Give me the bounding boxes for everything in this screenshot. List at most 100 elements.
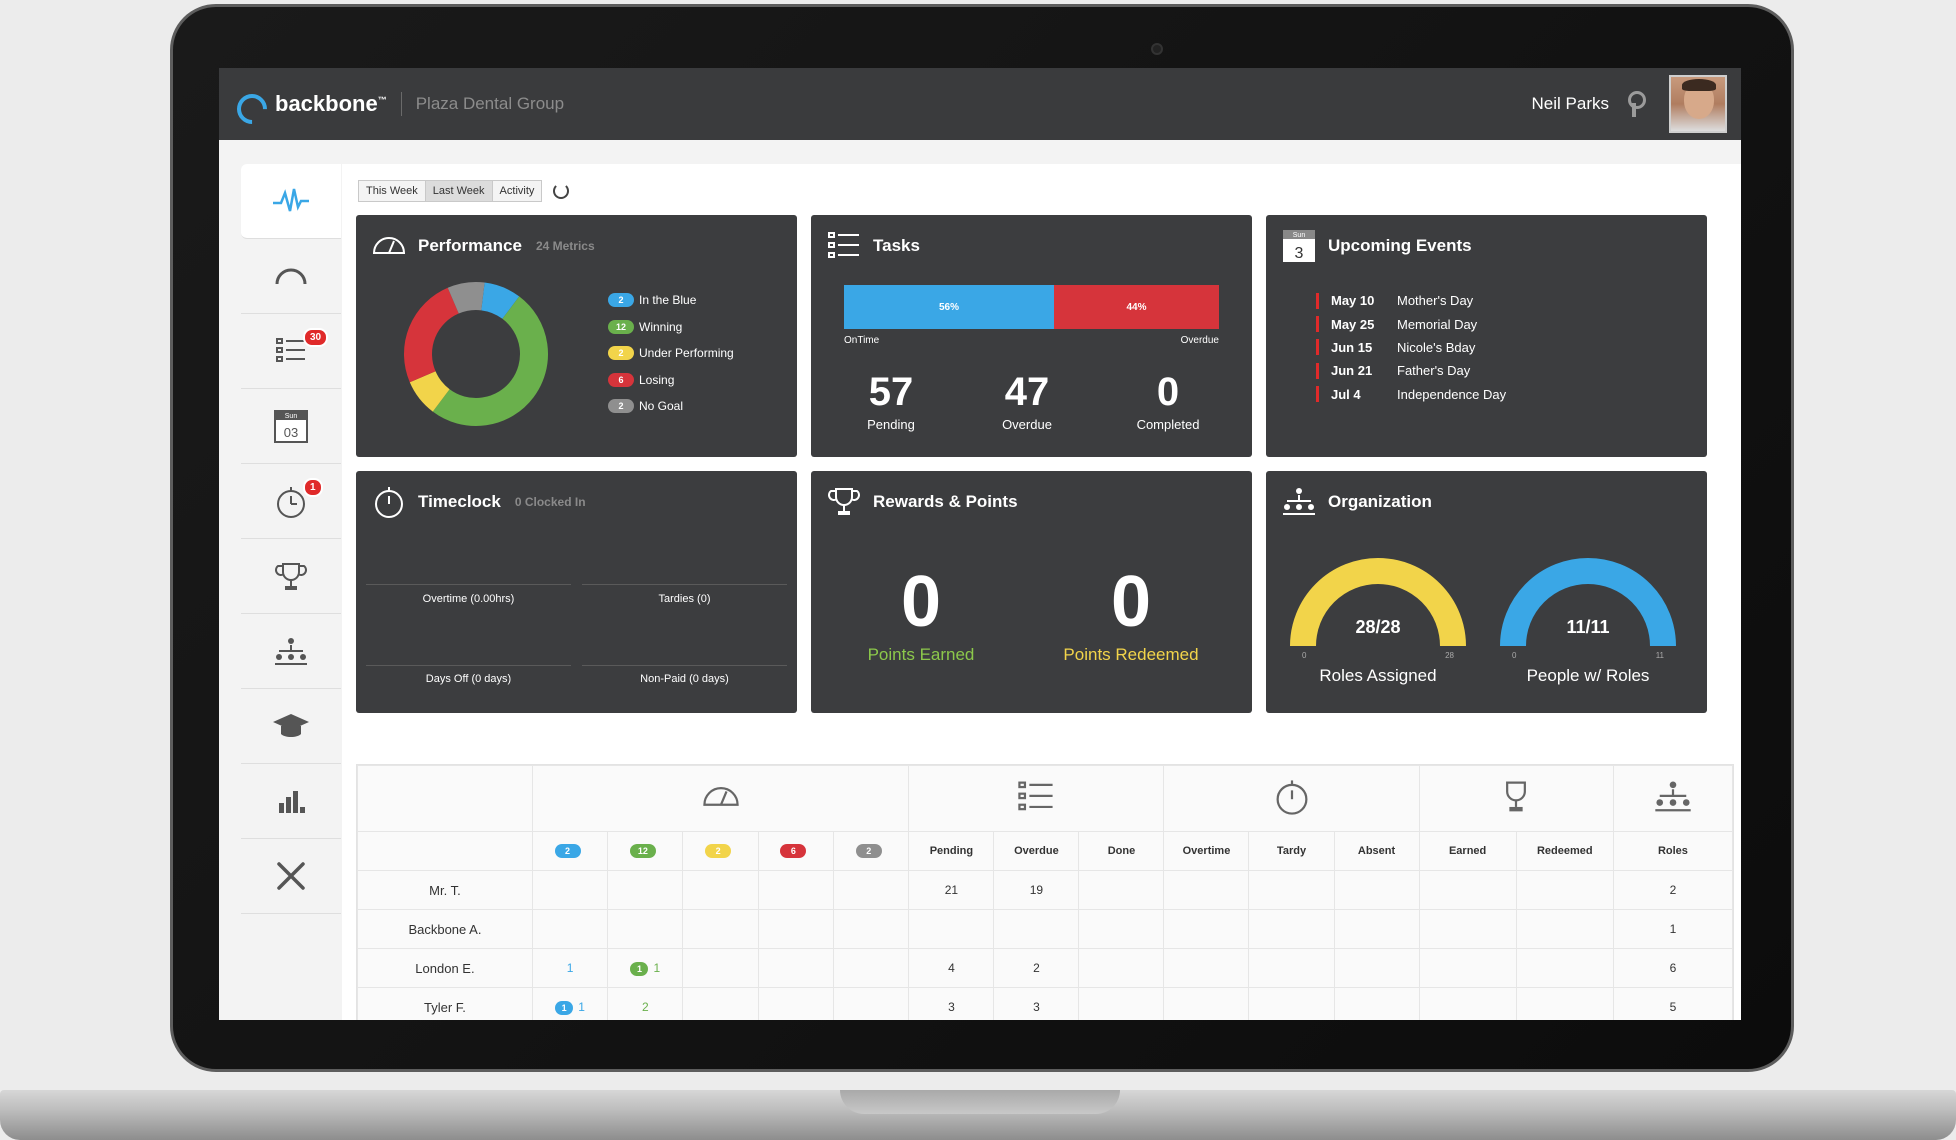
roles-cell: 5 xyxy=(1612,987,1734,1020)
column-header[interactable]: Done xyxy=(1078,831,1165,871)
donut-slice[interactable] xyxy=(404,287,460,383)
legend-item[interactable]: 12 Winning xyxy=(608,314,734,341)
tardies-stat[interactable]: Tardies (0) xyxy=(582,593,787,605)
column-header[interactable]: Earned xyxy=(1418,831,1517,871)
performance-card[interactable]: Performance 24 Metrics 2 In the Blue 12 Win… xyxy=(356,215,797,457)
non-paid-stat[interactable]: Non-Paid (0 days) xyxy=(582,673,787,685)
legend-item[interactable]: 6 Losing xyxy=(608,367,734,394)
backbone-arc-icon xyxy=(275,268,307,285)
sidebar: 30 Sun 03 1 xyxy=(241,164,341,1020)
points-earned-stat[interactable]: 0 Points Earned xyxy=(821,561,1021,665)
table-row[interactable]: Mr. T. 21 19 2 xyxy=(357,870,1734,910)
days-off-stat[interactable]: Days Off (0 days) xyxy=(366,673,571,685)
performance-status-header[interactable]: 2 xyxy=(682,831,759,871)
tasks-card[interactable]: Tasks 56% 44% OnTime Overdue 57 Pending … xyxy=(811,215,1252,457)
timeclock-card[interactable]: Timeclock 0 Clocked In Overtime (0.00hrs… xyxy=(356,471,797,713)
overtime-stat[interactable]: Overtime (0.00hrs) xyxy=(366,593,571,605)
under-performing-cell xyxy=(682,948,759,988)
event-item[interactable]: Jul 4 Independence Day xyxy=(1316,383,1506,406)
redeemed-cell xyxy=(1515,948,1614,988)
legend-item[interactable]: 2 In the Blue xyxy=(608,287,734,314)
performance-status-header[interactable]: 12 xyxy=(607,831,684,871)
column-header[interactable]: Overtime xyxy=(1163,831,1250,871)
filter-activity[interactable]: Activity xyxy=(491,180,543,202)
column-header[interactable]: Overdue xyxy=(993,831,1080,871)
event-item[interactable]: Jun 21 Father's Day xyxy=(1316,359,1506,382)
sidebar-item-organization[interactable] xyxy=(241,614,341,689)
points-redeemed-value: 0 xyxy=(1110,562,1152,642)
column-header[interactable]: Roles xyxy=(1612,831,1734,871)
sidebar-item-settings[interactable] xyxy=(241,839,341,914)
filter-this-week[interactable]: This Week xyxy=(358,180,426,202)
sidebar-item-calendar[interactable]: Sun 03 xyxy=(241,389,341,464)
roles-assigned-gauge[interactable]: 28/28 0 28 Roles Assigned xyxy=(1288,551,1468,686)
sidebar-item-reports[interactable] xyxy=(241,764,341,839)
filter-last-week[interactable]: Last Week xyxy=(424,180,493,202)
member-name[interactable]: Backbone A. xyxy=(357,909,533,949)
app-screen: backbone™ Plaza Dental Group Neil Parks … xyxy=(219,68,1741,1020)
status-badge: 6 xyxy=(780,844,807,858)
brand-name[interactable]: backbone™ xyxy=(275,91,387,117)
camera-icon xyxy=(1151,43,1163,55)
timeclock-subtitle: 0 Clocked In xyxy=(514,495,586,509)
tasks-list-icon xyxy=(1018,781,1054,811)
tasks-overdue-caption: Overdue xyxy=(1180,335,1219,346)
column-header[interactable]: Pending xyxy=(908,831,995,871)
key-icon[interactable] xyxy=(1625,91,1646,117)
legend-item[interactable]: 2 Under Performing xyxy=(608,340,734,367)
sidebar-item-timeclock[interactable]: 1 xyxy=(241,464,341,539)
sidebar-item-training[interactable] xyxy=(241,689,341,764)
table-row[interactable]: Backbone A. 1 xyxy=(357,909,1734,949)
donut-slice[interactable] xyxy=(447,282,485,314)
donut-slice[interactable] xyxy=(480,282,520,320)
refresh-icon[interactable] xyxy=(553,183,570,199)
column-header[interactable]: Absent xyxy=(1333,831,1420,871)
performance-status-header[interactable]: 6 xyxy=(757,831,835,871)
donut-slice[interactable] xyxy=(409,370,451,412)
member-name[interactable]: London E. xyxy=(357,948,533,988)
rewards-column-group xyxy=(1418,765,1614,832)
legend-item[interactable]: 2 No Goal xyxy=(608,393,734,420)
events-header: Sun 3 Upcoming Events xyxy=(1280,227,1472,265)
column-header[interactable]: Tardy xyxy=(1248,831,1335,871)
donut-slice[interactable] xyxy=(432,296,548,426)
organization-column-group xyxy=(1612,765,1734,832)
event-item[interactable]: Jun 15 Nicole's Bday xyxy=(1316,336,1506,359)
tasks-pending-stat[interactable]: 57 Pending xyxy=(831,370,951,432)
user-name[interactable]: Neil Parks xyxy=(1532,94,1609,114)
pending-cell xyxy=(908,909,995,949)
earned-cell xyxy=(1418,909,1517,949)
tasks-progress-bar: 56% 44% xyxy=(844,285,1219,329)
sidebar-item-tasks[interactable]: 30 xyxy=(241,314,341,389)
user-menu[interactable]: Neil Parks xyxy=(1532,75,1741,133)
event-item[interactable]: May 10 Mother's Day xyxy=(1316,289,1506,312)
rewards-card[interactable]: Rewards & Points 0 Points Earned 0 Point… xyxy=(811,471,1252,713)
table-row[interactable]: London E. 1 11 4 2 6 xyxy=(357,948,1734,988)
status-badge: 2 xyxy=(705,844,732,858)
avatar[interactable] xyxy=(1669,75,1727,133)
backbone-logo-icon[interactable] xyxy=(230,87,274,131)
organization-card[interactable]: Organization 28/28 0 28 Roles Assigned 1… xyxy=(1266,471,1707,713)
no-goal-cell xyxy=(833,870,910,910)
column-header[interactable]: Redeemed xyxy=(1515,831,1614,871)
people-with-roles-gauge[interactable]: 11/11 0 11 People w/ Roles xyxy=(1498,551,1678,686)
sidebar-item-backbone[interactable] xyxy=(241,239,341,314)
tasks-overdue-stat[interactable]: 47 Overdue xyxy=(967,370,1087,432)
member-name[interactable]: Mr. T. xyxy=(357,870,533,910)
under-performing-cell xyxy=(682,987,759,1020)
sidebar-item-dashboard[interactable] xyxy=(241,164,341,239)
events-card[interactable]: Sun 3 Upcoming Events May 10 Mother's Day M… xyxy=(1266,215,1707,457)
performance-status-header[interactable]: 2 xyxy=(833,831,910,871)
legend-label: In the Blue xyxy=(639,293,697,308)
event-item[interactable]: May 25 Memorial Day xyxy=(1316,312,1506,335)
event-name: Father's Day xyxy=(1397,363,1471,379)
points-redeemed-stat[interactable]: 0 Points Redeemed xyxy=(1031,561,1231,665)
tools-icon xyxy=(277,862,305,890)
legend-count-badge: 2 xyxy=(608,293,634,308)
performance-status-header[interactable]: 2 xyxy=(531,831,609,871)
tasks-completed-stat[interactable]: 0 Completed xyxy=(1108,370,1228,432)
roles-cell: 2 xyxy=(1612,870,1734,910)
sidebar-item-rewards[interactable] xyxy=(241,539,341,614)
member-name[interactable]: Tyler F. xyxy=(357,987,533,1020)
table-row[interactable]: Tyler F. 11 2 3 3 5 xyxy=(357,987,1734,1020)
